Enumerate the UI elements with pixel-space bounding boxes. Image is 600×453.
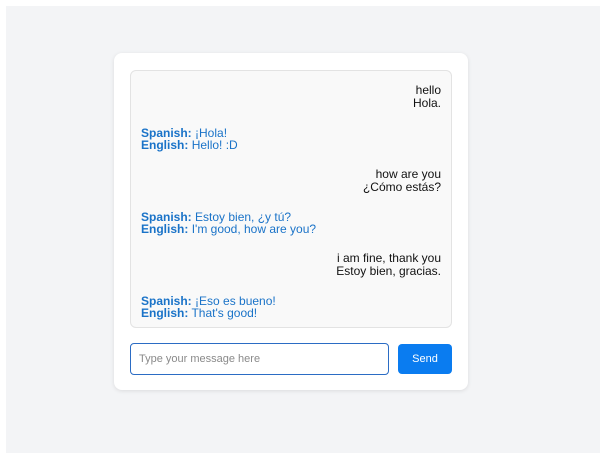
user-message-translation: ¿Cómo estás? (362, 180, 441, 194)
message-input-row: Send (130, 343, 452, 375)
user-message-translation: Hola. (412, 96, 441, 110)
english-text: I'm good, how are you? (191, 222, 317, 236)
english-label: English: (141, 222, 189, 236)
send-button[interactable]: Send (398, 344, 452, 374)
user-message-text: hello (415, 83, 441, 97)
bot-message: Spanish: ¡Eso es bueno! English: That's … (141, 295, 441, 319)
page-background: hello Hola. Spanish: ¡Hola! English: Hel… (6, 6, 600, 453)
message-input[interactable] (130, 343, 389, 375)
user-message: hello Hola. (141, 84, 441, 110)
bot-message: Spanish: Estoy bien, ¿y tú? English: I'm… (141, 211, 441, 235)
user-message: how are you ¿Cómo estás? (141, 168, 441, 194)
chat-log[interactable]: hello Hola. Spanish: ¡Hola! English: Hel… (130, 70, 452, 328)
english-label: English: (141, 306, 189, 320)
bot-message: Spanish: ¡Hola! English: Hello! :D (141, 127, 441, 151)
english-text: That's good! (191, 306, 258, 320)
english-label: English: (141, 138, 189, 152)
user-message: i am fine, thank you Estoy bien, gracias… (141, 252, 441, 278)
english-text: Hello! :D (191, 138, 238, 152)
chat-container: hello Hola. Spanish: ¡Hola! English: Hel… (114, 53, 468, 390)
user-message-translation: Estoy bien, gracias. (336, 264, 441, 278)
